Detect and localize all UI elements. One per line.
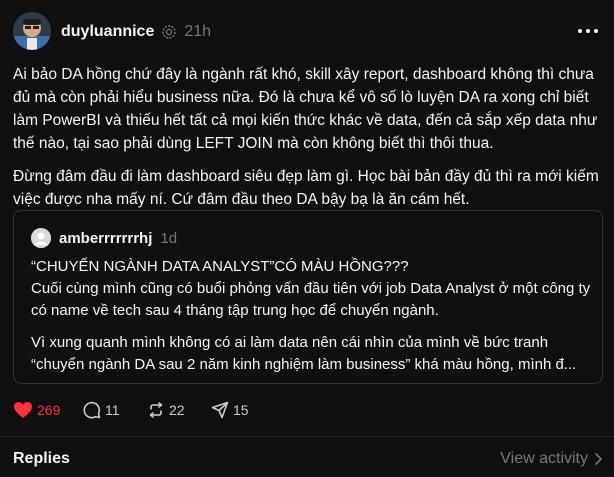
quoted-heading: “CHUYỂN NGÀNH DATA ANALYST”CÓ MÀU HỒNG??… bbox=[31, 258, 409, 275]
post-paragraph: Đừng đâm đầu đi làm dashboard siêu đẹp l… bbox=[13, 168, 599, 208]
quoted-avatar-icon[interactable] bbox=[31, 228, 51, 248]
author-row: duyluannice 21h bbox=[61, 22, 211, 42]
author-avatar-photo bbox=[13, 12, 51, 50]
quoted-line: Cuối cùng mình cũng có buổi phỏng vấn đầ… bbox=[31, 280, 591, 319]
quoted-paragraph: “CHUYỂN NGÀNH DATA ANALYST”CÓ MÀU HỒNG??… bbox=[31, 256, 591, 322]
quoted-post-card[interactable]: amberrrrrrrhj 1d “CHUYỂN NGÀNH DATA ANAL… bbox=[13, 210, 603, 384]
more-dot-icon bbox=[586, 29, 590, 33]
send-icon bbox=[211, 401, 229, 419]
verified-badge-icon bbox=[162, 25, 177, 39]
view-activity-label: View activity bbox=[500, 450, 588, 467]
comment-icon bbox=[83, 401, 101, 419]
author-username[interactable]: duyluannice bbox=[61, 22, 154, 42]
heart-icon bbox=[14, 402, 32, 418]
quoted-paragraph: Vì xung quanh mình không có ai làm data … bbox=[31, 334, 577, 373]
more-dot-icon bbox=[594, 29, 598, 33]
thread-post: duyluannice 21h Ai bảo DA hồng chứ đây l… bbox=[0, 0, 614, 477]
author-avatar[interactable] bbox=[13, 12, 51, 50]
reply-count: 11 bbox=[105, 402, 120, 418]
repost-count: 22 bbox=[169, 402, 185, 418]
view-activity-link[interactable]: View activity bbox=[500, 450, 602, 468]
quoted-body: “CHUYỂN NGÀNH DATA ANALYST”CÓ MÀU HỒNG??… bbox=[31, 256, 591, 376]
like-count: 269 bbox=[37, 402, 61, 418]
like-button[interactable]: 269 bbox=[13, 401, 83, 419]
replies-heading: Replies bbox=[13, 450, 70, 467]
more-dot-icon bbox=[578, 29, 582, 33]
share-count: 15 bbox=[233, 402, 249, 418]
post-paragraph: Ai bảo DA hồng chứ đây là ngành rất khó,… bbox=[13, 66, 598, 152]
divider bbox=[0, 436, 614, 437]
repost-button[interactable]: 22 bbox=[147, 401, 211, 419]
post-body: Ai bảo DA hồng chứ đây là ngành rất khó,… bbox=[13, 63, 603, 211]
share-button[interactable]: 15 bbox=[211, 401, 271, 419]
quoted-author-row: amberrrrrrrhj 1d bbox=[31, 228, 177, 248]
chevron-right-icon bbox=[595, 453, 602, 465]
post-time: 21h bbox=[184, 23, 212, 40]
reply-button[interactable]: 11 bbox=[83, 401, 147, 419]
quoted-time: 1d bbox=[160, 229, 178, 247]
quoted-username[interactable]: amberrrrrrrhj bbox=[59, 230, 152, 247]
more-options-icon[interactable] bbox=[578, 26, 600, 36]
action-bar: 269 11 22 15 bbox=[13, 399, 271, 421]
repost-icon bbox=[149, 402, 163, 418]
